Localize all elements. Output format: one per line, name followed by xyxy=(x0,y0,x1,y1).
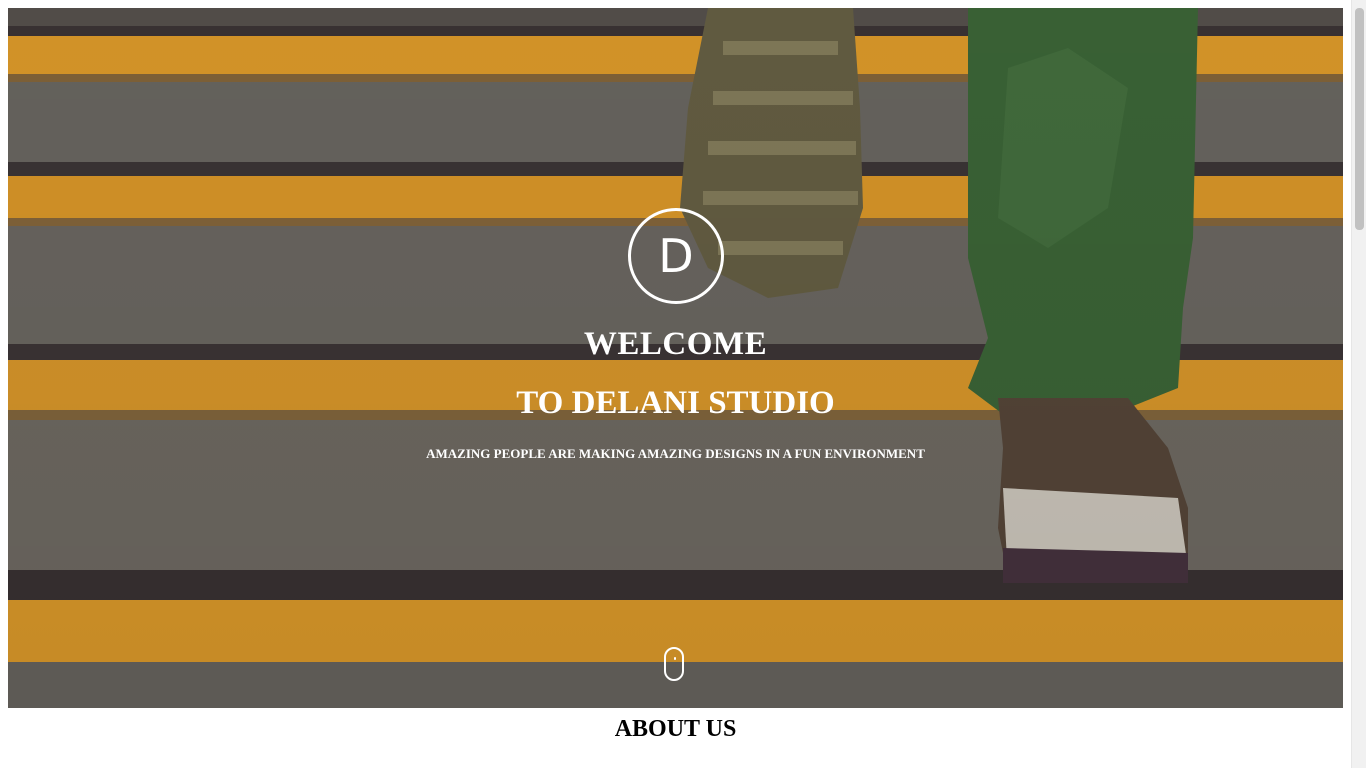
studio-logo[interactable]: D xyxy=(628,208,724,304)
hero-content: D WELCOME TO DELANI STUDIO AMAZING PEOPL… xyxy=(8,8,1343,708)
hero-title-studio: TO DELANI STUDIO xyxy=(516,385,835,421)
hero-section: D WELCOME TO DELANI STUDIO AMAZING PEOPL… xyxy=(8,8,1343,708)
mouse-scroll-icon[interactable] xyxy=(664,647,684,681)
hero-title-welcome: WELCOME xyxy=(583,326,768,362)
logo-letter: D xyxy=(658,229,694,283)
scrollbar-thumb[interactable] xyxy=(1355,8,1364,230)
about-us-heading: ABOUT US xyxy=(614,716,737,742)
hero-tagline: AMAZING PEOPLE ARE MAKING AMAZING DESIGN… xyxy=(426,446,925,461)
scroll-wheel-dot xyxy=(674,657,676,660)
page-scrollbar[interactable] xyxy=(1351,0,1366,768)
page: D WELCOME TO DELANI STUDIO AMAZING PEOPL… xyxy=(0,0,1366,768)
